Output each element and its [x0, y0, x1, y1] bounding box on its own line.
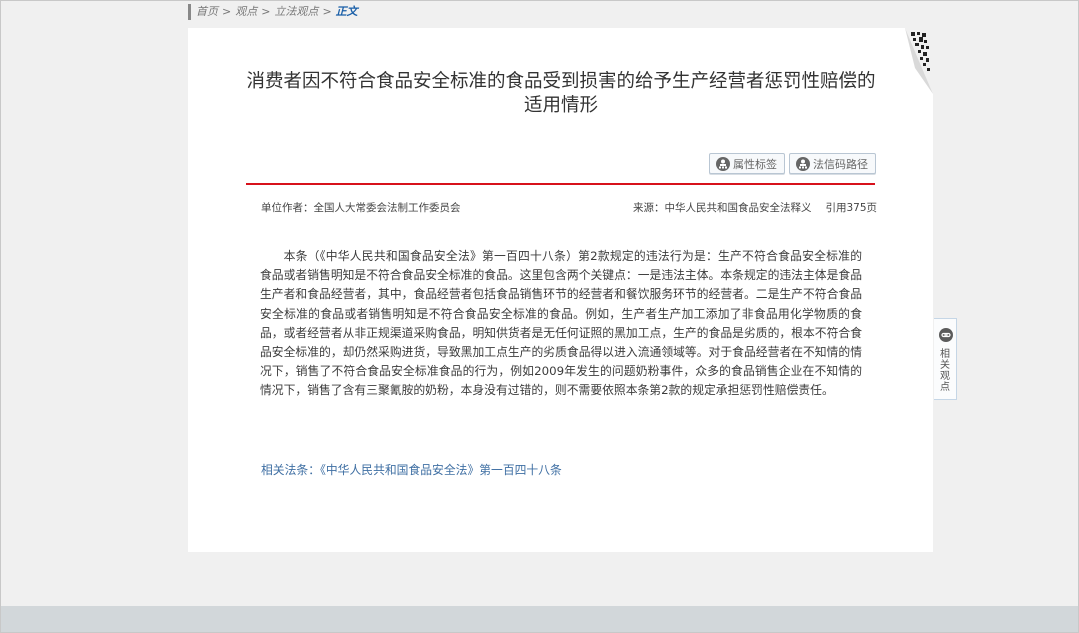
- breadcrumb: 首页 > 观点 > 立法观点 > 正文: [188, 4, 358, 20]
- title-divider: [246, 183, 875, 185]
- law-code-path-label: 法信码路径: [813, 158, 868, 171]
- breadcrumb-legislative-views[interactable]: 立法观点: [274, 5, 318, 18]
- law-code-path-button[interactable]: 法信码路径: [789, 153, 876, 174]
- source-info: 来源：中华人民共和国食品安全法释义 引用375页: [633, 200, 877, 215]
- breadcrumb-separator: >: [261, 5, 271, 18]
- breadcrumb-separator: >: [322, 5, 332, 18]
- related-law-link[interactable]: 相关法条：《中华人民共和国食品安全法》第一百四十八条: [261, 461, 562, 478]
- citation-page: 引用375页: [825, 202, 877, 214]
- link-icon: [939, 328, 953, 342]
- article-body: 本条（《中华人民共和国食品安全法》第一百四十八条）第2款规定的违法行为是：生产不…: [260, 249, 862, 398]
- breadcrumb-viewpoints[interactable]: 观点: [235, 5, 257, 18]
- author-info: 单位作者：全国人大常委会法制工作委员会: [261, 202, 461, 214]
- attribute-tag-button[interactable]: 属性标签: [709, 153, 785, 174]
- user-tree-icon: [796, 157, 810, 171]
- user-tree-icon: [716, 157, 730, 171]
- article-title: 消费者因不符合食品安全标准的食品受到损害的给予生产经营者惩罚性赔偿的适用情形: [246, 71, 876, 116]
- breadcrumb-home[interactable]: 首页: [196, 5, 218, 18]
- breadcrumb-current: 正文: [335, 5, 358, 18]
- related-views-label: 相关观点: [940, 349, 950, 393]
- related-views-tab[interactable]: 相关观点: [934, 318, 957, 400]
- attribute-tag-label: 属性标签: [733, 158, 777, 171]
- qr-code-icon[interactable]: [893, 28, 933, 94]
- source-text: 来源：中华人民共和国食品安全法释义: [632, 202, 812, 214]
- breadcrumb-separator: >: [222, 5, 232, 18]
- footer-bar: [1, 606, 1078, 632]
